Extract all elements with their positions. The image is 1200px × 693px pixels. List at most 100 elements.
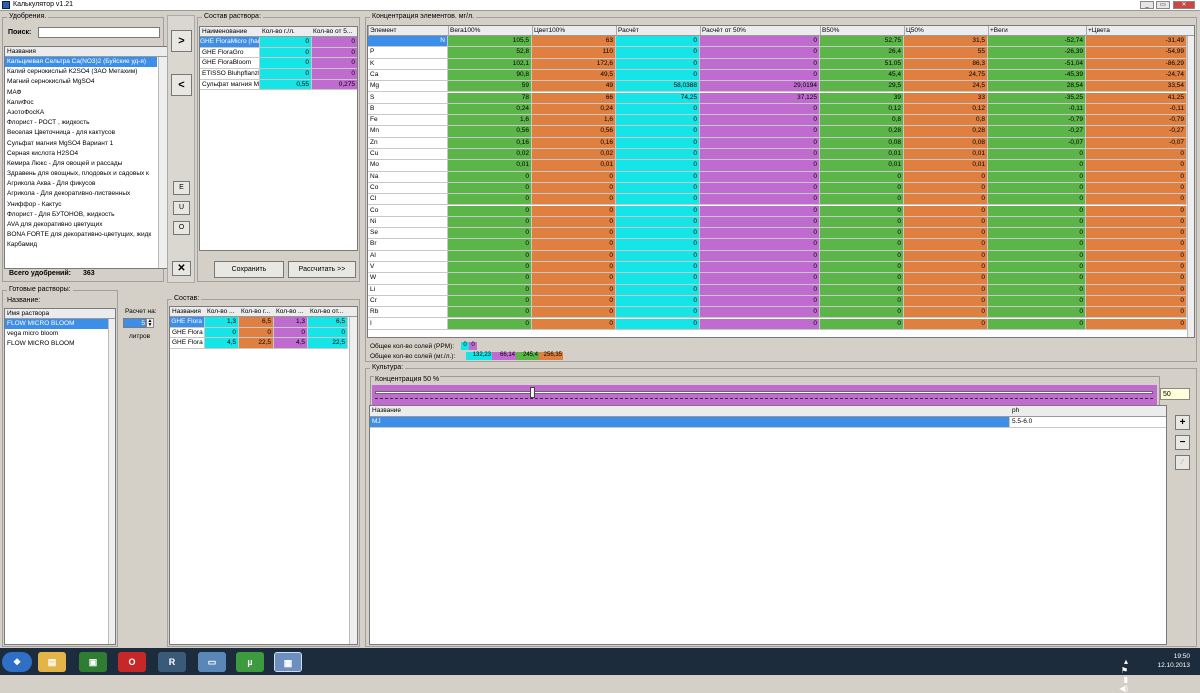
- concentration-header-cell[interactable]: Элемент: [370, 27, 447, 34]
- concentration-header-cell[interactable]: В50%: [822, 27, 903, 34]
- solution-row[interactable]: GHE FloraGro 0 0: [200, 47, 357, 59]
- calculator-app-icon[interactable]: ▦: [274, 652, 302, 672]
- delete-icon[interactable]: ✕: [172, 261, 191, 276]
- solution-row[interactable]: GHE FloraMicro (har 0 0: [200, 37, 357, 48]
- solution-item[interactable]: vega micro bloom: [5, 329, 108, 339]
- e-button[interactable]: E: [173, 181, 190, 195]
- concentration-header-cell[interactable]: Расчёт: [618, 27, 699, 34]
- concentration-row[interactable]: Mo 0,01 0,01 0 0 0,01 0,01 0 0: [368, 160, 1187, 172]
- solution-cell[interactable]: 0: [260, 47, 312, 59]
- solution-item[interactable]: FLOW MICRO BLOOM: [5, 339, 108, 349]
- concentration-row[interactable]: Mn 0,56 0,56 0 0 0,28 0,28 -0,27 -0,27: [368, 126, 1187, 138]
- concentration-row[interactable]: Cl 0 0 0 0 0 0 0 0: [368, 194, 1187, 206]
- window-app-icon[interactable]: ▭: [198, 652, 226, 672]
- concentration-row[interactable]: K 102,1 172,6 0 0 51,05 86,3 -51,04 -86,29: [368, 58, 1187, 70]
- u-button[interactable]: U: [173, 201, 190, 215]
- remove-culture-button[interactable]: −: [1175, 435, 1190, 450]
- concentration-row[interactable]: Cu 0,02 0,02 0 0 0,01 0,01 0 0: [368, 149, 1187, 161]
- concentration-scrollbar[interactable]: [1187, 36, 1194, 337]
- concentration-row[interactable]: Se 0 0 0 0 0 0 0 0: [368, 228, 1187, 240]
- start-button[interactable]: ❖: [2, 652, 32, 672]
- slider-thumb[interactable]: [529, 387, 535, 398]
- volume-spinner[interactable]: ▲ ▼: [146, 318, 154, 328]
- remove-fertilizer-button[interactable]: <: [171, 74, 192, 96]
- fertilizer-item[interactable]: Униффор - Кактус: [5, 200, 157, 210]
- fertilizer-item[interactable]: Серная кислота H2SO4: [5, 149, 157, 159]
- solution-cell[interactable]: 0: [260, 37, 312, 48]
- concentration-row[interactable]: Li 0 0 0 0 0 0 0 0: [368, 284, 1187, 296]
- fertilizer-item[interactable]: Сульфат магния MgSO4 Вариант 1: [5, 139, 157, 149]
- composition-row[interactable]: GHE Flora 1,3 6,5 1,3 6,5: [170, 317, 348, 328]
- search-input[interactable]: [38, 27, 160, 38]
- fertilizer-item[interactable]: Карбамид: [5, 240, 157, 250]
- concentration-header-cell[interactable]: Цвет100%: [534, 27, 615, 34]
- fertilizer-item[interactable]: Агрикола - Для декоративно-лиственных: [5, 189, 157, 199]
- terminal-icon[interactable]: ▣: [79, 652, 107, 672]
- fertilizer-item[interactable]: Кальциевая Сельтра Ca(NO3)2 (Буйские уд-…: [5, 57, 157, 68]
- concentration-row[interactable]: Cr 0 0 0 0 0 0 0 0: [368, 295, 1187, 308]
- concentration-row[interactable]: Na 0 0 0 0 0 0 0 0: [368, 171, 1187, 183]
- tray-icons[interactable]: ▴ ⚑ ▮ ◀): [1119, 657, 1128, 693]
- fertilizer-item[interactable]: Калий сернокислый K2SO4 (ЗАО Метахим): [5, 67, 157, 77]
- r-app-icon[interactable]: R: [158, 652, 186, 672]
- fertilizer-item[interactable]: Агрикола Аква - Для фикусов: [5, 179, 157, 189]
- concentration-header-cell[interactable]: Вега100%: [450, 27, 531, 34]
- solution-cell[interactable]: 0: [260, 69, 312, 80]
- solution-cell[interactable]: 0: [312, 69, 357, 80]
- fertilizer-item[interactable]: АзотоФосКА: [5, 108, 157, 118]
- fertilizer-item[interactable]: BONA FORTE для декоративно-цветущих, жид…: [5, 230, 157, 240]
- solution-cell[interactable]: 0: [260, 58, 312, 70]
- concentration-row[interactable]: Ca 90,8 49,5 0 0 45,4 24,75 -45,39 -24,74: [368, 69, 1187, 82]
- composition-row[interactable]: GHE Flora 4,5 22,5 4,5 22,5: [170, 338, 348, 350]
- concentration-row[interactable]: Co 0 0 0 0 0 0 0 0: [368, 182, 1187, 195]
- volume-input[interactable]: [123, 318, 146, 328]
- calculate-button[interactable]: Рассчитать >>: [288, 261, 356, 278]
- fertilizer-item[interactable]: Кемира Люкс - Для овощей и рассады: [5, 159, 157, 169]
- add-culture-button[interactable]: +: [1175, 415, 1190, 430]
- composition-scrollbar[interactable]: [349, 317, 357, 644]
- save-button[interactable]: Сохранить: [214, 261, 284, 278]
- concentration-header-cell[interactable]: Ц50%: [906, 27, 987, 34]
- solution-cell[interactable]: 0: [312, 47, 357, 59]
- close-button[interactable]: ✕: [1173, 1, 1195, 9]
- concentration-row[interactable]: Mg 59 49 58,0388 29,0194 29,5 24,5 28,54 33,54: [368, 81, 1187, 93]
- maximize-button[interactable]: ▭: [1156, 1, 1170, 9]
- fertilizer-item[interactable]: Магний сернокислый MgSO4: [5, 77, 157, 87]
- concentration-row[interactable]: Zn 0,16 0,16 0 0 0,08 0,08 -0,07 -0,07: [368, 137, 1187, 149]
- minimize-button[interactable]: _: [1140, 1, 1154, 9]
- clock-date[interactable]: 12.10.2013: [1157, 661, 1190, 670]
- solution-item[interactable]: FLOW MICRO BLOOM: [5, 319, 108, 330]
- utorrent-icon[interactable]: µ: [236, 652, 264, 672]
- concentration-row[interactable]: N 105,5 63 0 0 52,75 31,5 -52,74 -31,49: [368, 36, 1187, 48]
- concentration-row[interactable]: Ni 0 0 0 0 0 0 0 0: [368, 216, 1187, 229]
- concentration-header-cell[interactable]: +Цвета: [1088, 27, 1186, 34]
- concentration-row[interactable]: Fe 1,6 1,6 0 0 0,8 0,8 -0,79 -0,79: [368, 115, 1187, 127]
- concentration-value-field[interactable]: [1160, 388, 1190, 400]
- solution-row[interactable]: Сульфат магния M 0,55 0,275: [200, 79, 357, 91]
- concentration-row[interactable]: S 78 66 74,25 37,125 39 33 -35,25 41,25: [368, 92, 1187, 104]
- opera-icon[interactable]: O: [118, 652, 146, 672]
- fertilizer-item[interactable]: AVA для декоративно цветущих: [5, 220, 157, 230]
- fertilizer-item[interactable]: МАФ: [5, 88, 157, 98]
- fertilizer-item[interactable]: Здравень для овощных, плодовых и садовых…: [5, 169, 157, 179]
- concentration-row[interactable]: V00000000: [368, 262, 1187, 274]
- concentration-row[interactable]: Rb 0 0 0 0 0 0 0 0: [368, 307, 1187, 319]
- concentration-header-cell[interactable]: Расчёт от 50%: [702, 27, 819, 34]
- solution-cell[interactable]: 0: [312, 37, 357, 48]
- solution-row[interactable]: GHE FloraBloom 0 0: [200, 58, 357, 70]
- fertilizer-item[interactable]: Флорист - РОСТ , жидкость: [5, 118, 157, 128]
- concentration-row[interactable]: Co 0 0 0 0 0 0 0 0: [368, 205, 1187, 217]
- solution-cell[interactable]: 0,275: [312, 79, 357, 91]
- concentration-row[interactable]: I00000000: [368, 318, 1187, 330]
- explorer-icon[interactable]: ▤: [38, 652, 66, 672]
- solution-cell[interactable]: 0: [312, 58, 357, 70]
- composition-row[interactable]: GHE Flora 0 0 0 0: [170, 327, 348, 339]
- concentration-row[interactable]: W00000000: [368, 273, 1187, 285]
- concentration-slider[interactable]: [372, 385, 1157, 405]
- concentration-header-cell[interactable]: +Веги: [990, 27, 1085, 34]
- fertilizer-item[interactable]: Флорист - Для БУТОНОВ, жидкость: [5, 210, 157, 220]
- concentration-row[interactable]: B 0,24 0,24 0 0 0,12 0,12 -0,11 -0,11: [368, 103, 1187, 116]
- solution-row[interactable]: ETISSO BluhpflanzI 0 0: [200, 69, 357, 80]
- ready-scrollbar[interactable]: [108, 319, 115, 644]
- add-fertilizer-button[interactable]: >: [171, 30, 192, 52]
